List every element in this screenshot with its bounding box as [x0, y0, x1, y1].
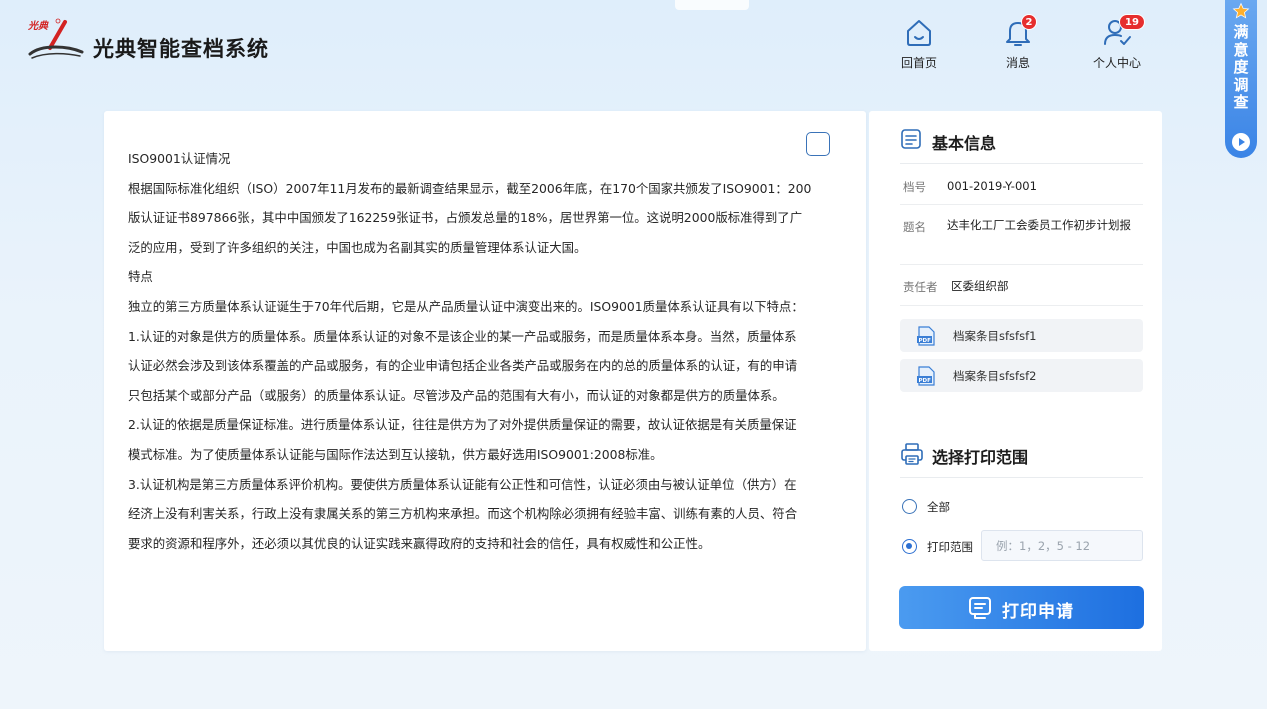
survey-char: 调 — [1233, 75, 1249, 94]
responsible-row: 责任者 区委组织部 — [900, 265, 1143, 306]
document-line: 独立的第三方质量体系认证诞生于70年代后期，它是从产品质量认证中演变出来的。IS… — [128, 298, 804, 314]
svg-text:光典: 光典 — [28, 20, 49, 32]
responsible-value: 区委组织部 — [951, 279, 1009, 293]
title-row: 题名 达丰化工厂工会委员工作初步计划报 — [900, 205, 1143, 265]
print-range-title: 选择打印范围 — [932, 448, 1029, 467]
header: 光典 光典智能查档系统 回首页 2 消息 19 个人中心 — [0, 0, 1267, 100]
document-line: 模式标准。为了使质量体系认证能与国际作法达到互认接轨，供方最好选用ISO9001… — [128, 446, 663, 462]
satisfaction-survey-tab[interactable]: 满 意 度 调 查 — [1225, 0, 1257, 158]
printer-icon — [901, 443, 923, 465]
responsible-key: 责任者 — [903, 280, 938, 294]
radio-range-label: 打印范围 — [927, 540, 973, 554]
logo-mark-icon: 光典 — [28, 18, 84, 59]
radio-range-circle[interactable] — [902, 539, 917, 554]
nav-profile-button[interactable]: 19 个人中心 — [1082, 14, 1152, 76]
svg-text:PDF: PDF — [919, 378, 932, 384]
survey-label: 满 意 度 调 查 — [1225, 23, 1257, 112]
document-line: 认证必然会涉及到该体系覆盖的产品或服务，有的企业申请包括企业各类产品或服务在内的… — [128, 358, 798, 374]
document-text: ISO9001认证情况 根据国际标准化组织（ISO）2007年11月发布的最新调… — [128, 144, 866, 558]
info-panel: 基本信息 档号 001-2019-Y-001 题名 达丰化工厂工会委员工作初步计… — [869, 111, 1162, 651]
print-range-header: 选择打印范围 — [900, 437, 1143, 478]
basic-info-header: 基本信息 — [900, 123, 1143, 164]
app-title: 光典智能查档系统 — [93, 37, 269, 61]
survey-char: 度 — [1233, 58, 1249, 76]
document-line: 经济上没有利害关系，行政上没有隶属关系的第三方机构来承担。而这个机构除必须拥有经… — [128, 506, 798, 522]
document-line: 泛的应用，受到了许多组织的关注，中国也成为名副其实的质量管理体系认证大国。 — [128, 239, 587, 255]
document-line: 根据国际标准化组织（ISO）2007年11月发布的最新调查结果显示，截至2006… — [128, 180, 812, 196]
print-request-button[interactable]: 打印申请 — [899, 586, 1144, 629]
svg-text:PDF: PDF — [919, 338, 932, 344]
star-icon — [1232, 2, 1250, 19]
document-line: ISO9001认证情况 — [128, 151, 231, 166]
survey-char: 满 — [1233, 23, 1249, 41]
id-card-icon — [901, 129, 921, 149]
title-key: 题名 — [903, 220, 926, 234]
home-icon — [903, 16, 935, 48]
radio-all-circle[interactable] — [902, 499, 917, 514]
document-line: 2.认证的依据是质量保证标准。进行质量体系认证，往往是供方为了对外提供质量保证的… — [128, 417, 797, 433]
radio-all-label: 全部 — [927, 500, 950, 514]
print-request-icon — [969, 597, 991, 619]
document-viewer: ISO9001认证情况 根据国际标准化组织（ISO）2007年11月发布的最新调… — [104, 111, 866, 651]
play-icon[interactable] — [1232, 133, 1250, 151]
document-line: 版认证证书897866张，其中中国颁发了162259张证书，占颁发总量的18%，… — [128, 210, 803, 226]
survey-char: 查 — [1233, 93, 1249, 111]
print-range-input[interactable] — [981, 530, 1143, 561]
logo: 光典 — [28, 18, 84, 60]
archive-number-row: 档号 001-2019-Y-001 — [900, 164, 1143, 205]
basic-info-title: 基本信息 — [932, 134, 997, 153]
document-line: 1.认证的对象是供方的质量体系。质量体系认证的对象不是该企业的某一产品或服务，而… — [128, 328, 797, 344]
file-name: 档案条目sfsfsf2 — [953, 369, 1037, 383]
document-line: 3.认证机构是第三方质量体系评价机构。要使供方质量体系认证能有公正性和可信性，认… — [128, 476, 797, 492]
nav-home-label: 回首页 — [900, 56, 937, 70]
file-item[interactable]: PDF 档案条目sfsfsf1 — [900, 319, 1143, 352]
pdf-icon: PDF — [917, 326, 935, 346]
document-line: 只包括某个或部分产品（或服务）的质量体系认证。尽管涉及产品的范围有大有小，而认证… — [128, 387, 785, 403]
file-name: 档案条目sfsfsf1 — [953, 329, 1037, 343]
bell-icon: 2 — [1002, 14, 1037, 48]
nav-messages-label: 消息 — [1005, 56, 1030, 70]
pdf-icon: PDF — [917, 366, 935, 386]
survey-char: 意 — [1233, 40, 1249, 59]
nav-profile-label: 个人中心 — [1092, 56, 1141, 70]
nav-home-button[interactable]: 回首页 — [884, 16, 954, 76]
archive-number-value: 001-2019-Y-001 — [947, 179, 1037, 193]
document-line: 要求的资源和程序外，还必须以其优良的认证实践来赢得政府的支持和社会的信任，具有权… — [128, 535, 711, 551]
user-check-icon: 19 — [1101, 14, 1145, 48]
nav-messages-button[interactable]: 2 消息 — [983, 14, 1053, 76]
document-line: 特点 — [128, 269, 153, 285]
file-item[interactable]: PDF 档案条目sfsfsf2 — [900, 359, 1143, 392]
top-handle[interactable] — [675, 0, 749, 10]
profile-badge: 19 — [1119, 14, 1145, 30]
title-value: 达丰化工厂工会委员工作初步计划报 — [947, 218, 1131, 232]
messages-badge: 2 — [1021, 14, 1037, 30]
archive-number-key: 档号 — [903, 180, 926, 194]
print-request-label: 打印申请 — [1002, 602, 1074, 622]
